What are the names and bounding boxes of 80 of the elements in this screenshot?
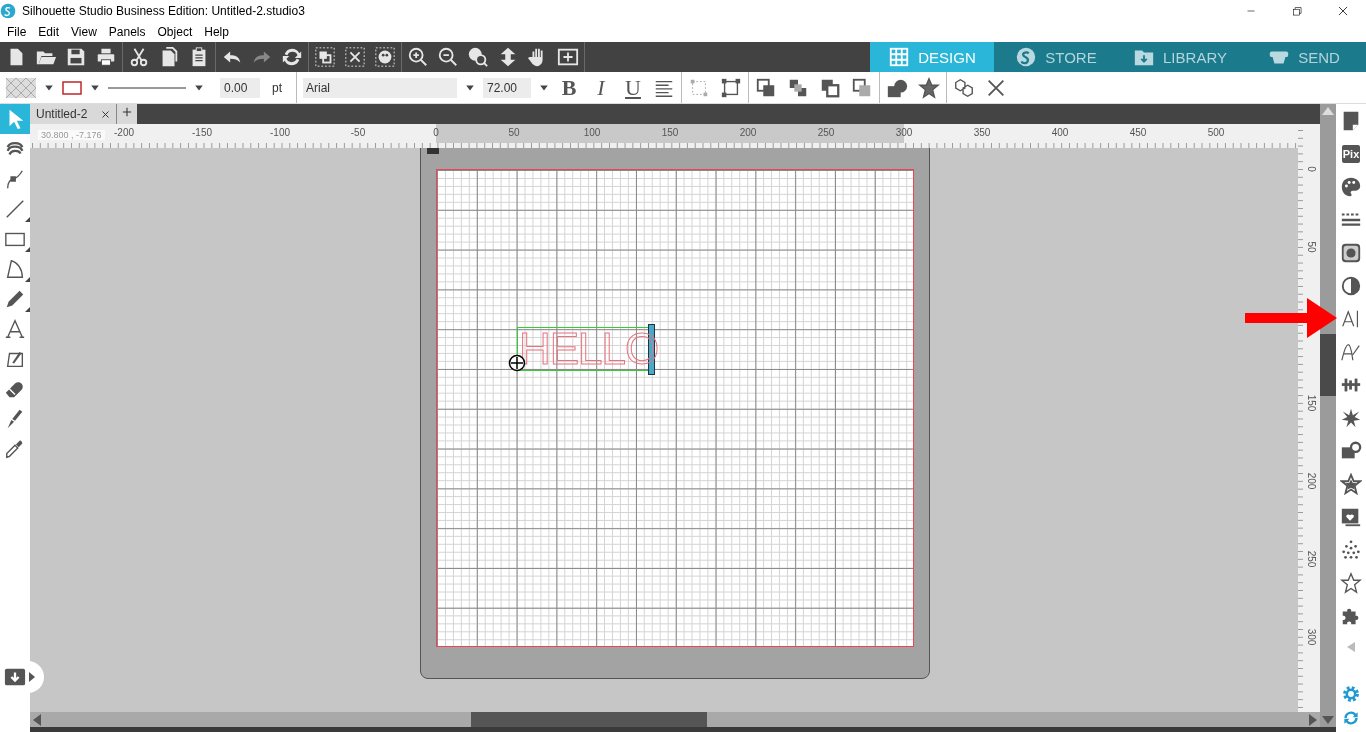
zoom-out-icon[interactable]	[437, 46, 459, 68]
ruler-label: 250	[1306, 550, 1317, 568]
menu-item[interactable]: Panels	[102, 25, 152, 39]
pixscan-button[interactable]: Pix	[1341, 144, 1361, 163]
text-style-button[interactable]: I	[589, 74, 613, 101]
cursor-coordinates: 30.800 , -7.176	[38, 130, 105, 140]
text-tool-icon[interactable]	[4, 318, 26, 340]
ungroup-icon[interactable]	[344, 46, 366, 68]
settings-icon[interactable]	[1341, 684, 1361, 704]
maximize-icon[interactable]	[1290, 4, 1304, 18]
grid-icon	[888, 46, 911, 68]
menu-item[interactable]: Object	[151, 25, 199, 39]
ruler-label: 150	[661, 127, 679, 138]
document-tab[interactable]: Untitled-2	[30, 104, 118, 124]
fit-to-page-icon[interactable]	[557, 46, 579, 68]
printer-icon[interactable]	[95, 46, 117, 68]
cubes-icon[interactable]	[953, 76, 975, 99]
ruler-label: 100	[583, 127, 601, 138]
window-title: Silhouette Studio Business Edition: Untitled-2.studio3	[22, 4, 305, 18]
line-icon[interactable]	[4, 198, 26, 220]
ruler-label: 50	[1306, 241, 1317, 253]
menu-item[interactable]: Edit	[32, 25, 66, 39]
point-transform-icon[interactable]	[720, 76, 742, 99]
download-box-icon[interactable]	[4, 666, 26, 688]
ruler-label: 0	[433, 127, 439, 138]
ruler-label: -50	[350, 127, 366, 138]
scissors-icon[interactable]	[128, 46, 150, 68]
zoom-selection-icon[interactable]	[467, 46, 489, 68]
zoom-in-icon[interactable]	[407, 46, 429, 68]
ruler-label: 300	[1306, 628, 1317, 646]
line-width-field[interactable]: 0.00	[220, 77, 260, 98]
ruler-label: 250	[817, 127, 835, 138]
bring-to-front-icon[interactable]	[755, 76, 777, 99]
ruler-label: 50	[508, 127, 520, 138]
font-size-field[interactable]: 72.00	[483, 77, 531, 98]
line-color-swatch[interactable]	[62, 80, 82, 95]
add-tab-icon[interactable]	[122, 107, 133, 117]
close-icon[interactable]	[1336, 4, 1350, 18]
ruler-label: 450	[1129, 127, 1147, 138]
send-to-back-icon[interactable]	[851, 76, 873, 99]
star-icon[interactable]	[1340, 472, 1362, 495]
app-logo-icon	[0, 3, 16, 19]
fill-pattern-icon[interactable]	[1340, 241, 1362, 264]
vertical-scroll-thumb[interactable]	[1320, 334, 1336, 396]
tab-close-icon[interactable]	[101, 109, 111, 119]
expand-arrow-icon[interactable]	[29, 672, 35, 682]
font-field[interactable]: Arial	[303, 77, 457, 98]
ruler-label: -100	[270, 127, 290, 138]
ruler-label: 200	[1306, 472, 1317, 490]
curve-edit-icon[interactable]	[4, 168, 26, 190]
ruler-label: 300	[895, 127, 913, 138]
sector-icon[interactable]	[4, 258, 26, 280]
s-logo-icon	[1015, 46, 1038, 68]
text-style-button[interactable]: U	[621, 74, 645, 101]
save-icon[interactable]	[65, 46, 87, 68]
unit-label: pt	[272, 80, 282, 95]
ruler-label: 150	[1306, 394, 1317, 412]
contrast-icon[interactable]	[1340, 274, 1362, 297]
ruler-label: -200	[114, 127, 134, 138]
ruler-label: -150	[192, 127, 212, 138]
ruler-label: 200	[739, 127, 757, 138]
tab-label: Untitled-2	[36, 107, 88, 121]
text-style-button[interactable]: B	[557, 74, 581, 101]
menu-item[interactable]: Help	[198, 25, 235, 39]
ruler-label: 350	[973, 127, 991, 138]
palette-selection-icon[interactable]	[374, 46, 396, 68]
pencil-icon[interactable]	[4, 288, 26, 310]
star-outline-icon[interactable]	[1340, 571, 1362, 594]
horizontal-scroll-thumb[interactable]	[471, 712, 707, 727]
ruler-label: 500	[1207, 127, 1225, 138]
ruler-label: 0	[1306, 166, 1317, 172]
fill-pattern-swatch[interactable]	[6, 77, 36, 98]
ruler-label: 400	[1051, 127, 1069, 138]
refresh-icon[interactable]	[281, 46, 303, 68]
star-outline-icon[interactable]	[918, 76, 940, 99]
dots-pattern-icon[interactable]	[1340, 538, 1362, 561]
palette-icon[interactable]	[1340, 175, 1362, 198]
menu-item[interactable]: View	[65, 25, 103, 39]
menu-item[interactable]: File	[1, 25, 33, 39]
group-icon[interactable]	[314, 46, 336, 68]
